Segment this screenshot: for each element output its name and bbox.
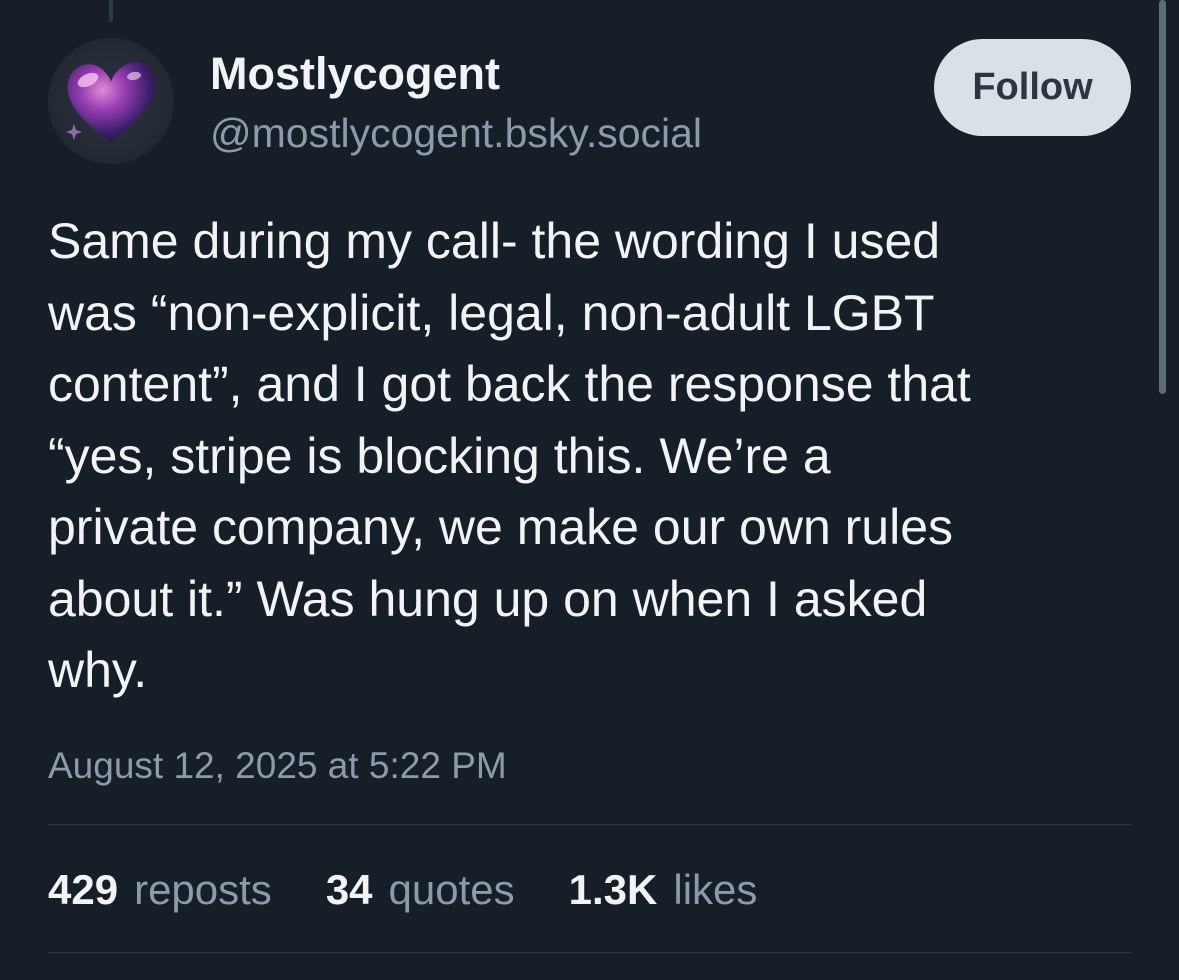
post-timestamp[interactable]: August 12, 2025 at 5:22 PM (48, 742, 507, 790)
post-text-line: content”, and I got back the response th… (48, 356, 971, 412)
likes-label: likes (673, 866, 758, 913)
post-text-line: was “non-explicit, legal, non-adult LGBT (48, 284, 935, 341)
purple-glass-heart-icon (48, 38, 174, 164)
post-text-line: Same during my call- the wording I used (48, 213, 941, 269)
engagement-stats: 429 reposts 34 quotes 1.3K likes (48, 862, 811, 918)
avatar[interactable] (48, 38, 174, 164)
likes-stat[interactable]: 1.3K likes (569, 866, 758, 914)
post-text-line: private company, we make our own rules (48, 499, 954, 555)
scrollbar[interactable] (1159, 0, 1166, 394)
follow-button[interactable]: Follow (934, 39, 1131, 136)
post-text: Same during my call- the wording I used … (48, 206, 1148, 707)
post-text-line: about it.” Was hung up on when I asked (48, 570, 928, 627)
quotes-stat[interactable]: 34 quotes (326, 866, 515, 914)
reposts-label: reposts (134, 866, 272, 913)
quotes-count: 34 (325, 866, 373, 913)
divider (48, 824, 1131, 825)
post-text-line: why. (48, 642, 148, 698)
reposts-count: 429 (48, 866, 119, 913)
divider (48, 952, 1131, 953)
author-handle[interactable]: @mostlycogent.bsky.social (210, 107, 702, 159)
post-text-line: “yes, stripe is blocking this. We’re a (48, 427, 831, 484)
thread-connector-line (109, 0, 113, 22)
author-display-name[interactable]: Mostlycogent (210, 46, 500, 102)
quotes-label: quotes (388, 866, 515, 913)
likes-count: 1.3K (568, 866, 658, 913)
reposts-stat[interactable]: 429 reposts (48, 866, 272, 914)
